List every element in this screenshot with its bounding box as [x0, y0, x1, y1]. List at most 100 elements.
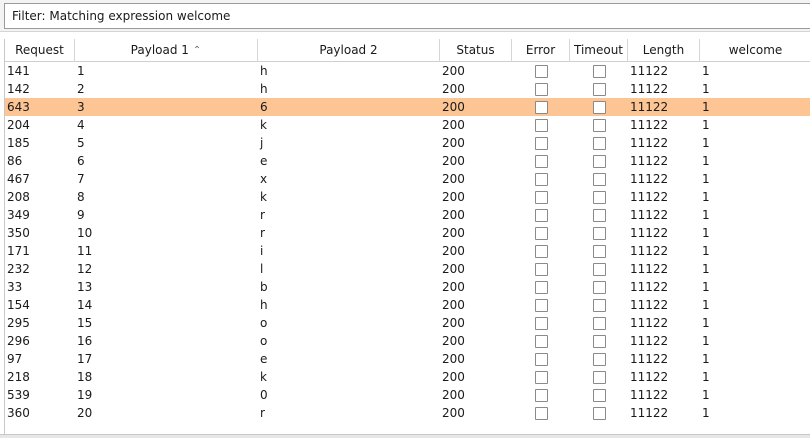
column-header-welcome[interactable]: welcome [700, 39, 810, 62]
table-row[interactable]: 360 20 r 200 11122 1 [5, 404, 810, 422]
cell-length: 11122 [630, 352, 669, 366]
table-row[interactable]: 539 19 0 200 11122 1 [5, 386, 810, 404]
table-row[interactable]: 154 14 h 200 11122 1 [5, 296, 810, 314]
error-checkbox[interactable] [534, 280, 548, 294]
cell-payload-2: b [260, 280, 268, 294]
column-header-timeout[interactable]: Timeout [570, 39, 628, 62]
column-header-payload-2[interactable]: Payload 2 [258, 39, 440, 62]
table-row[interactable]: 349 9 r 200 11122 1 [5, 206, 810, 224]
table-row[interactable]: 296 16 o 200 11122 1 [5, 332, 810, 350]
error-checkbox[interactable] [534, 172, 548, 186]
timeout-checkbox[interactable] [592, 118, 606, 132]
cell-timeout [570, 314, 628, 332]
column-header-status[interactable]: Status [440, 39, 512, 62]
cell-payload-2: h [260, 82, 268, 96]
filter-input[interactable]: Filter: Matching expression welcome [4, 3, 810, 29]
error-checkbox[interactable] [534, 370, 548, 384]
table-row[interactable]: 218 18 k 200 11122 1 [5, 368, 810, 386]
table-row[interactable]: 643 3 6 200 11122 1 [5, 98, 810, 116]
error-checkbox[interactable] [534, 388, 548, 402]
table-row[interactable]: 97 17 e 200 11122 1 [5, 350, 810, 368]
table-row[interactable]: 467 7 x 200 11122 1 [5, 170, 810, 188]
cell-payload-1: 12 [77, 262, 93, 276]
error-checkbox[interactable] [534, 244, 548, 258]
error-checkbox[interactable] [534, 100, 548, 114]
error-checkbox[interactable] [534, 82, 548, 96]
timeout-checkbox[interactable] [592, 262, 606, 276]
timeout-checkbox[interactable] [592, 388, 606, 402]
error-checkbox[interactable] [534, 118, 548, 132]
cell-request: 97 [7, 352, 23, 366]
error-checkbox[interactable] [534, 262, 548, 276]
error-checkbox[interactable] [534, 334, 548, 348]
cell-status: 200 [442, 136, 465, 150]
table-row[interactable]: 171 11 i 200 11122 1 [5, 242, 810, 260]
timeout-checkbox[interactable] [592, 334, 606, 348]
cell-payload-2: e [260, 154, 268, 168]
timeout-checkbox[interactable] [592, 316, 606, 330]
cell-payload-2: h [260, 298, 268, 312]
cell-status: 200 [442, 352, 465, 366]
table-row[interactable]: 208 8 k 200 11122 1 [5, 188, 810, 206]
table-row[interactable]: 204 4 k 200 11122 1 [5, 116, 810, 134]
timeout-checkbox[interactable] [592, 208, 606, 222]
cell-error [512, 80, 570, 98]
cell-error [512, 260, 570, 278]
cell-timeout [570, 224, 628, 242]
error-checkbox[interactable] [534, 352, 548, 366]
error-checkbox[interactable] [534, 316, 548, 330]
timeout-checkbox[interactable] [592, 136, 606, 150]
error-checkbox[interactable] [534, 64, 548, 78]
timeout-checkbox[interactable] [592, 172, 606, 186]
column-header-error[interactable]: Error [512, 39, 570, 62]
error-checkbox[interactable] [534, 154, 548, 168]
column-header-payload-1[interactable]: Payload 1 ⌃ [75, 39, 258, 62]
cell-timeout [570, 278, 628, 296]
timeout-checkbox[interactable] [592, 298, 606, 312]
timeout-checkbox[interactable] [592, 370, 606, 384]
timeout-checkbox[interactable] [592, 352, 606, 366]
timeout-checkbox[interactable] [592, 406, 606, 420]
table-header: Request Payload 1 ⌃ Payload 2 Status Erro… [5, 39, 810, 62]
cell-status: 200 [442, 388, 465, 402]
table-row[interactable]: 295 15 o 200 11122 1 [5, 314, 810, 332]
error-checkbox[interactable] [534, 190, 548, 204]
table-row[interactable]: 86 6 e 200 11122 1 [5, 152, 810, 170]
timeout-checkbox[interactable] [592, 190, 606, 204]
timeout-checkbox[interactable] [592, 100, 606, 114]
cell-payload-1: 9 [77, 208, 85, 222]
cell-length: 11122 [630, 262, 669, 276]
cell-error [512, 332, 570, 350]
table-row[interactable]: 141 1 h 200 11122 1 [5, 62, 810, 80]
error-checkbox[interactable] [534, 298, 548, 312]
column-header-label: welcome [728, 43, 783, 57]
cell-timeout [570, 134, 628, 152]
timeout-checkbox[interactable] [592, 154, 606, 168]
column-header-request[interactable]: Request [5, 39, 75, 62]
error-checkbox[interactable] [534, 226, 548, 240]
timeout-checkbox[interactable] [592, 64, 606, 78]
cell-error [512, 368, 570, 386]
error-checkbox[interactable] [534, 208, 548, 222]
timeout-checkbox[interactable] [592, 244, 606, 258]
table-row[interactable]: 185 5 j 200 11122 1 [5, 134, 810, 152]
column-header-length[interactable]: Length [628, 39, 700, 62]
table-row[interactable]: 142 2 h 200 11122 1 [5, 80, 810, 98]
timeout-checkbox[interactable] [592, 82, 606, 96]
table-row[interactable]: 232 12 l 200 11122 1 [5, 260, 810, 278]
cell-error [512, 206, 570, 224]
table-row[interactable]: 350 10 r 200 11122 1 [5, 224, 810, 242]
error-checkbox[interactable] [534, 136, 548, 150]
cell-error [512, 116, 570, 134]
cell-error [512, 152, 570, 170]
cell-status: 200 [442, 280, 465, 294]
cell-status: 200 [442, 154, 465, 168]
cell-length: 11122 [630, 208, 669, 222]
cell-status: 200 [442, 64, 465, 78]
cell-payload-2: r [260, 208, 265, 222]
timeout-checkbox[interactable] [592, 280, 606, 294]
table-row[interactable]: 33 13 b 200 11122 1 [5, 278, 810, 296]
error-checkbox[interactable] [534, 406, 548, 420]
cell-payload-1: 7 [77, 172, 85, 186]
timeout-checkbox[interactable] [592, 226, 606, 240]
